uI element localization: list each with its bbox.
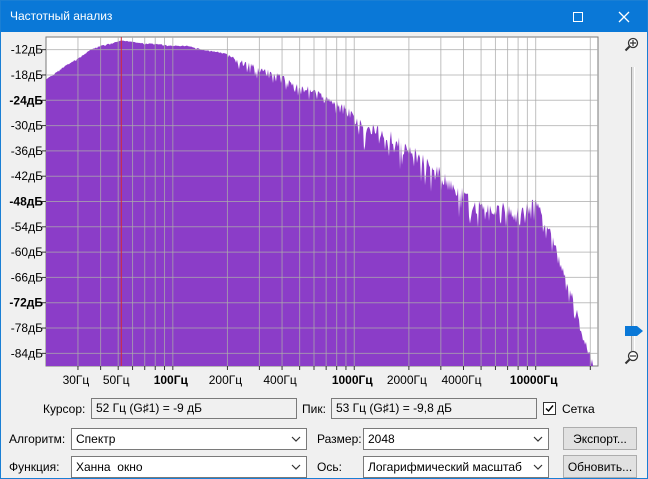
grid-checkbox[interactable] (543, 402, 556, 415)
y-tick-label: -30дБ (11, 119, 43, 133)
y-tick-label: -12дБ (11, 43, 43, 57)
chevron-down-icon (291, 436, 301, 442)
window-title: Частотный анализ (10, 9, 113, 23)
x-tick-label: 400Гц (263, 373, 297, 387)
zoom-slider-thumb[interactable] (625, 326, 643, 336)
chevron-down-icon (533, 464, 543, 470)
zoom-out-icon[interactable] (624, 350, 640, 366)
function-select[interactable]: Ханна окно (71, 456, 307, 478)
checkmark-icon (545, 405, 554, 413)
y-tick-label: -42дБ (11, 169, 43, 183)
zoom-in-icon[interactable] (624, 37, 640, 53)
algorithm-select[interactable]: Спектр (71, 428, 307, 450)
title-bar[interactable]: Частотный анализ (1, 1, 647, 32)
spectrum-plot[interactable]: -12дБ -18дБ -24дБ -30дБ -36дБ -42дБ -48дБ -54дБ… (1, 32, 647, 392)
y-tick-label: -72дБ (9, 296, 43, 310)
axis-label: Ось: (317, 460, 342, 474)
chevron-down-icon (533, 436, 543, 442)
frequency-analysis-window: Частотный анализ -12дБ -18дБ -24дБ -30дБ -36… (0, 0, 648, 479)
y-tick-label: -24дБ (9, 93, 43, 107)
close-button[interactable] (601, 1, 647, 32)
size-value: 2048 (368, 432, 395, 446)
x-tick-label: 4000Гц (441, 373, 481, 387)
close-icon (618, 11, 630, 22)
export-button[interactable]: Экспорт... (563, 427, 637, 450)
cursor-label: Курсор: (43, 402, 86, 416)
y-tick-label: -18дБ (11, 68, 43, 82)
y-tick-label: -84дБ (11, 346, 43, 360)
y-tick-label: -78дБ (11, 321, 43, 335)
x-tick-label: 30Гц (63, 373, 90, 387)
peak-label: Пик: (302, 402, 326, 416)
maximize-icon (573, 11, 583, 22)
grid-checkbox-label[interactable]: Сетка (562, 402, 595, 416)
algorithm-value: Спектр (76, 432, 116, 446)
y-tick-label: -54дБ (11, 220, 43, 234)
chevron-down-icon (291, 464, 301, 470)
size-label: Размер: (317, 432, 362, 446)
x-tick-label: 100Гц (154, 373, 189, 387)
axis-value: Логарифмический масштаб (368, 460, 522, 474)
y-tick-label: -36дБ (11, 144, 43, 158)
y-tick-label: -60дБ (11, 245, 43, 259)
function-value: Ханна окно (76, 460, 143, 474)
x-tick-label: 10000Гц (510, 373, 558, 387)
y-tick-label: -48дБ (9, 195, 43, 209)
axis-select[interactable]: Логарифмический масштаб (363, 456, 549, 478)
peak-value-field: 53 Гц (G♯1) = -9,8 дБ (331, 398, 537, 419)
x-tick-label: 200Гц (209, 373, 243, 387)
maximize-button[interactable] (555, 1, 601, 32)
x-tick-label: 50Гц (103, 373, 130, 387)
x-tick-label: 1000Гц (332, 373, 373, 387)
function-label: Функция: (9, 460, 60, 474)
zoom-slider-track[interactable] (631, 67, 635, 351)
algorithm-label: Алгоритм: (9, 432, 66, 446)
size-select[interactable]: 2048 (363, 428, 549, 450)
y-tick-label: -66дБ (11, 270, 43, 284)
refresh-button[interactable]: Обновить... (563, 455, 637, 478)
x-tick-label: 2000Гц (387, 373, 427, 387)
cursor-value-field: 52 Гц (G♯1) = -9 дБ (91, 398, 297, 419)
